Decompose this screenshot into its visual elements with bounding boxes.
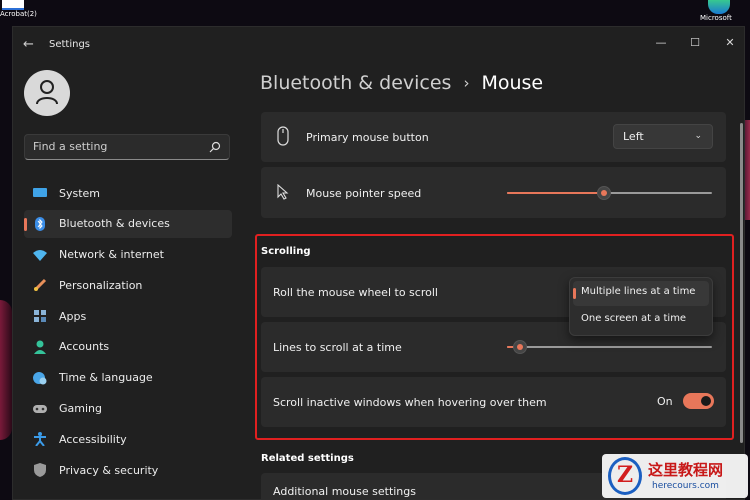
wallpaper-glow [0, 300, 12, 440]
sidebar-item-label: System [59, 186, 101, 200]
bluetooth-icon [33, 216, 47, 231]
back-arrow-icon[interactable]: ← [23, 37, 39, 53]
toggle-state-label: On [657, 395, 673, 408]
scroll-inactive-label: Scroll inactive windows when hovering ov… [273, 396, 547, 409]
pointer-cursor-icon [277, 184, 289, 200]
sidebar-item-apps[interactable]: Apps [24, 302, 232, 330]
sidebar-item-label: Personalization [59, 278, 143, 292]
desktop-icon-label: Acrobat(2) [0, 10, 37, 18]
primary-mouse-button-label: Primary mouse button [306, 131, 429, 144]
menu-item-one-screen[interactable]: One screen at a time [573, 308, 709, 333]
sidebar-nav: System Bluetooth & devices Network & int… [24, 179, 232, 487]
menu-item-label: Multiple lines at a time [581, 286, 696, 297]
acrobat-icon [2, 0, 24, 10]
scroll-inactive-toggle[interactable] [683, 393, 714, 409]
minimize-button[interactable]: — [651, 33, 671, 53]
sidebar-item-label: Network & internet [59, 248, 164, 262]
settings-window: ← Settings — ☐ ✕ System Bluetooth [12, 26, 745, 500]
edge-icon [708, 0, 730, 14]
scroll-inactive-card: Scroll inactive windows when hovering ov… [261, 377, 726, 427]
lines-to-scroll-label: Lines to scroll at a time [273, 341, 402, 354]
sidebar-item-bluetooth-devices[interactable]: Bluetooth & devices [24, 209, 232, 238]
accessibility-icon [33, 432, 47, 447]
roll-wheel-options-menu: Multiple lines at a time One screen at a… [569, 277, 713, 336]
search-icon[interactable] [209, 141, 221, 153]
title-bar[interactable]: ← Settings — ☐ ✕ [13, 27, 744, 63]
close-button[interactable]: ✕ [720, 33, 740, 53]
wifi-icon [33, 248, 47, 262]
gamepad-icon [33, 402, 47, 416]
lines-to-scroll-slider[interactable] [507, 340, 712, 354]
dropdown-value: Left [623, 130, 644, 143]
slider-thumb[interactable] [513, 340, 527, 354]
primary-mouse-button-card: Primary mouse button Left ⌄ [261, 112, 726, 162]
related-settings-title: Related settings [261, 453, 354, 464]
additional-mouse-settings-label: Additional mouse settings [273, 485, 416, 498]
sidebar-item-network[interactable]: Network & internet [24, 241, 232, 269]
person-icon [33, 340, 47, 354]
sidebar-item-personalization[interactable]: Personalization [24, 271, 232, 299]
breadcrumb: Bluetooth & devices › Mouse [260, 72, 543, 94]
page-title: Mouse [481, 72, 544, 94]
desktop-icon-label: Microsoft [700, 14, 732, 22]
scrolling-section-title: Scrolling [261, 246, 311, 257]
menu-item-multiple-lines[interactable]: Multiple lines at a time [573, 281, 709, 306]
watermark-url: herecours.com [652, 481, 719, 491]
chevron-down-icon: ⌄ [694, 131, 702, 141]
watermark-logo: Z [608, 457, 642, 495]
sidebar-item-accounts[interactable]: Accounts [24, 333, 232, 361]
sidebar-item-label: Privacy & security [59, 463, 159, 477]
sidebar-item-system[interactable]: System [24, 179, 232, 207]
mouse-icon [277, 126, 289, 146]
monitor-icon [33, 186, 47, 200]
shield-icon [33, 463, 47, 478]
menu-item-label: One screen at a time [581, 313, 687, 324]
window-title: Settings [49, 39, 91, 50]
breadcrumb-separator: › [463, 74, 470, 92]
sidebar-item-label: Apps [59, 309, 87, 323]
primary-mouse-button-dropdown[interactable]: Left ⌄ [613, 124, 713, 149]
sidebar-item-accessibility[interactable]: Accessibility [24, 425, 232, 453]
search-input[interactable] [33, 140, 203, 153]
avatar[interactable] [24, 70, 70, 116]
scrollbar[interactable] [740, 123, 743, 443]
mouse-pointer-speed-card: Mouse pointer speed [261, 167, 726, 218]
watermark-title: 这里教程网 [648, 461, 724, 479]
watermark: Z 这里教程网 herecours.com [602, 454, 748, 498]
apps-icon [33, 309, 47, 323]
globe-clock-icon [33, 371, 47, 385]
slider-thumb[interactable] [597, 186, 611, 200]
breadcrumb-parent[interactable]: Bluetooth & devices [260, 72, 451, 94]
slider-track [507, 346, 712, 348]
sidebar-item-label: Time & language [59, 371, 153, 385]
sidebar-item-label: Bluetooth & devices [59, 217, 170, 231]
brush-icon [33, 278, 47, 292]
desktop-edge-shortcut[interactable]: Microsoft [700, 0, 742, 24]
sidebar-item-time-language[interactable]: Time & language [24, 364, 232, 392]
roll-wheel-label: Roll the mouse wheel to scroll [273, 286, 438, 299]
maximize-button[interactable]: ☐ [685, 33, 705, 53]
sidebar-item-label: Gaming [59, 402, 102, 416]
mouse-pointer-speed-slider[interactable] [507, 186, 712, 200]
sidebar-item-gaming[interactable]: Gaming [24, 395, 232, 423]
desktop-acrobat-shortcut[interactable]: Acrobat(2) [0, 0, 37, 20]
mouse-pointer-speed-label: Mouse pointer speed [306, 187, 422, 200]
sidebar-item-privacy-security[interactable]: Privacy & security [24, 456, 232, 484]
user-icon [36, 80, 58, 105]
slider-fill [507, 192, 604, 194]
sidebar-item-label: Accounts [59, 340, 110, 354]
sidebar-item-label: Accessibility [59, 432, 127, 446]
search-box[interactable] [24, 134, 230, 160]
